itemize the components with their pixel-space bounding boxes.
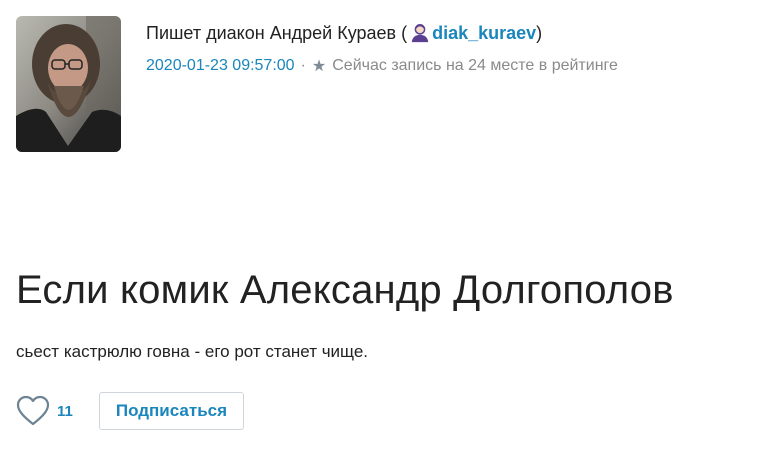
author-prefix: Пишет диакон Андрей Кураев ( — [146, 22, 408, 43]
post-author-line: Пишет диакон Андрей Кураев ( diak_kuraev… — [146, 22, 542, 44]
author-avatar[interactable] — [16, 16, 121, 152]
post-date[interactable]: 2020-01-23 09:57:00 — [146, 57, 295, 75]
subscribe-button[interactable]: Подписаться — [98, 392, 245, 430]
like-count: 11 — [57, 402, 73, 420]
heart-icon[interactable] — [16, 395, 50, 427]
post-title[interactable]: Если комик Александр Долгополов — [16, 268, 674, 313]
author-suffix: ) — [536, 22, 543, 43]
user-icon[interactable] — [409, 22, 431, 44]
post-meta: 2020-01-23 09:57:00 · ★ Сейчас запись на… — [146, 56, 618, 76]
star-icon: ★ — [311, 58, 327, 75]
meta-separator: · — [300, 57, 306, 74]
avatar-photo — [16, 16, 121, 152]
post-actions: 11 Подписаться — [16, 392, 245, 430]
rating-text[interactable]: Сейчас запись на 24 месте в рейтинге — [332, 57, 618, 75]
like-button[interactable]: 11 — [16, 395, 73, 427]
username-link[interactable]: diak_kuraev — [432, 23, 536, 44]
post-body: сьест кастрюлю говна - его рот станет чи… — [16, 342, 369, 361]
